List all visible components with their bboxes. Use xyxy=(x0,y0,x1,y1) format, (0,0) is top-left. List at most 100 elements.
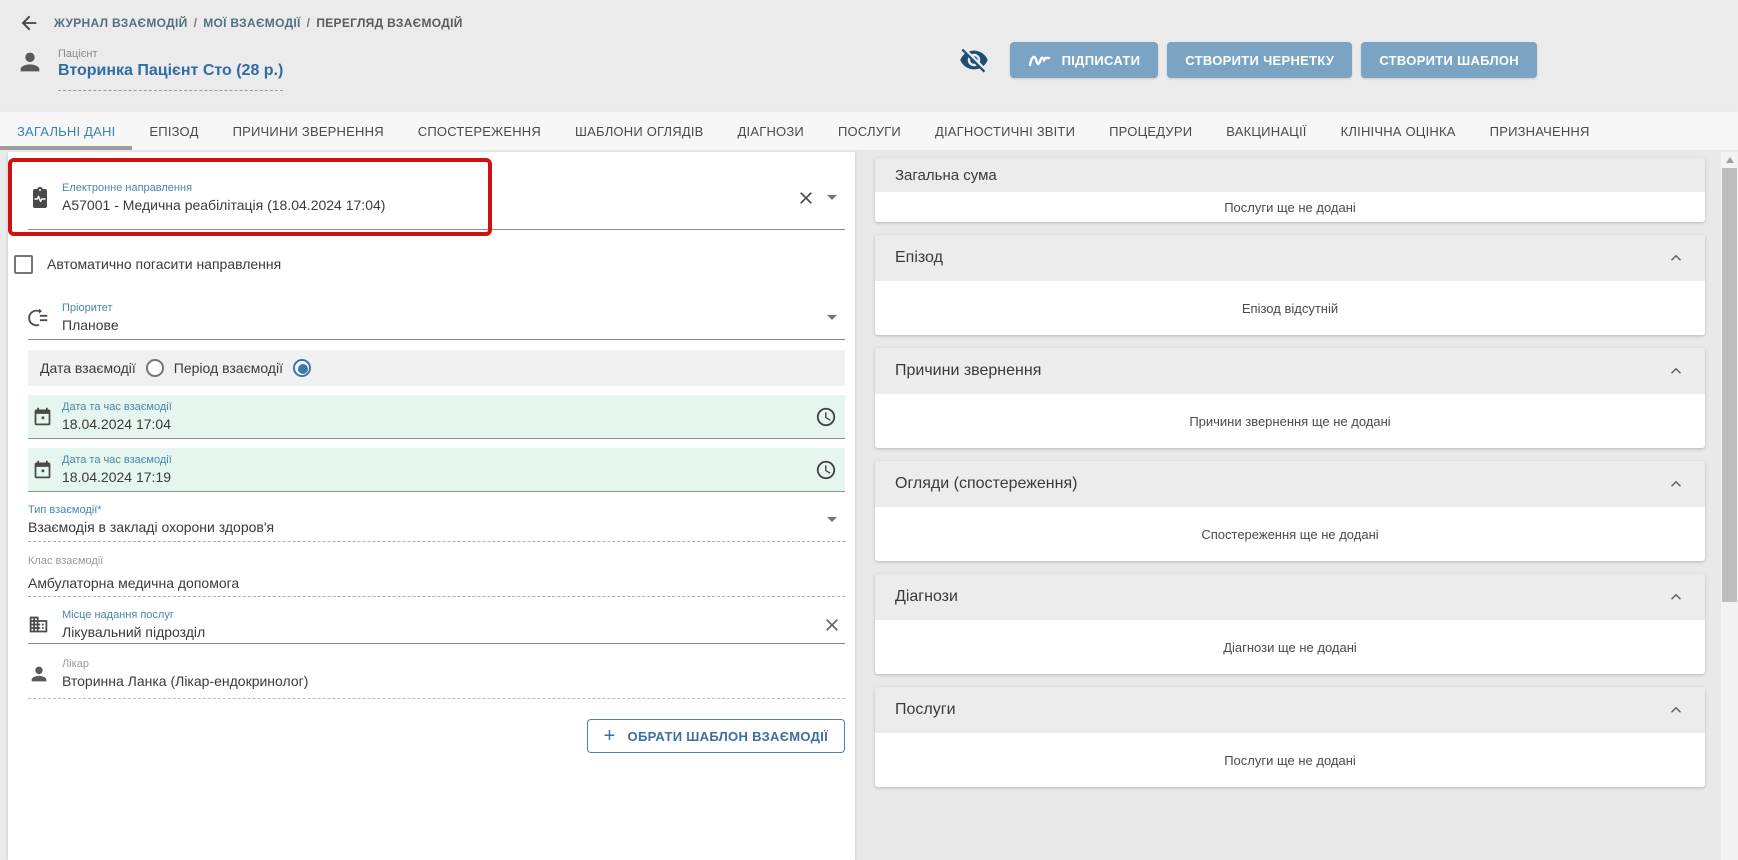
date-mode-toggle: Дата взаємодії Період взаємодії xyxy=(28,350,845,386)
plus-icon: + xyxy=(604,726,616,746)
tab-diagnoses[interactable]: ДІАГНОЗИ xyxy=(721,112,821,150)
tab-clinical-assessment[interactable]: КЛІНІЧНА ОЦІНКА xyxy=(1324,112,1473,150)
breadcrumb: ЖУРНАЛ ВЗАЄМОДІЙ / МОЇ ВЗАЄМОДІЇ / ПЕРЕГ… xyxy=(54,16,463,30)
datetime-end-value: 18.04.2024 17:19 xyxy=(62,468,811,486)
back-button[interactable] xyxy=(16,10,42,36)
total-sum-card: Загальна сума Послуги ще не додані xyxy=(875,158,1705,222)
episode-title: Епізод xyxy=(895,249,943,267)
priority-field[interactable]: Пріоритет Планове xyxy=(28,296,845,340)
calendar-icon xyxy=(28,459,62,480)
chevron-down-icon[interactable] xyxy=(827,315,837,320)
datetime-end-field[interactable]: Дата та час взаємодії 18.04.2024 17:19 xyxy=(28,448,845,492)
sign-button[interactable]: ПІДПИСАТИ xyxy=(1010,42,1159,78)
scrollbar-thumb[interactable] xyxy=(1722,168,1737,602)
referral-field[interactable]: Електронне направлення А57001 - Медична … xyxy=(28,166,845,230)
chevron-up-icon xyxy=(1667,701,1685,719)
interaction-form-card: Електронне направлення А57001 - Медична … xyxy=(8,152,855,860)
clear-service-place-icon[interactable] xyxy=(819,615,845,635)
doctor-field: Лікар Вторинна Ланка (Лікар-ендокринолог… xyxy=(28,657,845,699)
building-icon xyxy=(28,614,62,635)
clear-referral-icon[interactable] xyxy=(793,188,819,208)
visit-reasons-card: Причини звернення Причини звернення ще н… xyxy=(875,348,1705,448)
interaction-class-field: Клас взаємодії Амбулаторна медична допом… xyxy=(28,549,845,597)
tab-diagnostic-reports[interactable]: ДІАГНОСТИЧНІ ЗВІТИ xyxy=(918,112,1092,150)
observations-card: Огляди (спостереження) Спостереження ще … xyxy=(875,461,1705,561)
datetime-start-label: Дата та час взаємодії xyxy=(62,400,811,414)
radio-interaction-date-label: Дата взаємодії xyxy=(40,360,136,376)
collapse-services-button[interactable] xyxy=(1667,701,1685,719)
radio-icon[interactable] xyxy=(146,359,164,377)
clock-icon[interactable] xyxy=(811,459,841,481)
visit-reasons-empty-text: Причини звернення ще не додані xyxy=(875,394,1705,448)
breadcrumb-separator: / xyxy=(194,16,198,30)
diagnoses-card: Діагнози Діагнози ще не додані xyxy=(875,574,1705,674)
auto-expire-label: Автоматично погасити направлення xyxy=(47,256,281,272)
tab-episode[interactable]: ЕПІЗОД xyxy=(132,112,215,150)
checkbox-icon[interactable] xyxy=(14,255,33,274)
chevron-down-icon[interactable] xyxy=(827,195,837,200)
radio-interaction-period[interactable]: Період взаємодії xyxy=(174,359,311,377)
tab-observations[interactable]: СПОСТЕРЕЖЕННЯ xyxy=(401,112,558,150)
doctor-icon xyxy=(28,663,62,685)
choose-template-button[interactable]: + ОБРАТИ ШАБЛОН ВЗАЄМОДІЇ xyxy=(587,719,845,753)
patient-label: Пацієнт xyxy=(58,48,283,60)
patient-block: Пацієнт Вторинка Пацієнт Сто (28 р.) xyxy=(58,48,283,91)
observations-empty-text: Спостереження ще не додані xyxy=(875,507,1705,561)
priority-value: Планове xyxy=(62,316,819,334)
vertical-scrollbar[interactable] xyxy=(1721,152,1738,860)
datetime-start-field[interactable]: Дата та час взаємодії 18.04.2024 17:04 xyxy=(28,395,845,439)
breadcrumb-link-my-interactions[interactable]: МОЇ ВЗАЄМОДІЇ xyxy=(203,16,300,30)
radio-interaction-date[interactable]: Дата взаємодії xyxy=(40,359,164,377)
eye-off-icon[interactable] xyxy=(959,45,989,75)
service-place-value: Лікувальний підрозділ xyxy=(62,623,819,641)
top-header: ЖУРНАЛ ВЗАЄМОДІЙ / МОЇ ВЗАЄМОДІЇ / ПЕРЕГ… xyxy=(0,0,1738,112)
breadcrumb-separator: / xyxy=(307,16,311,30)
diagnoses-empty-text: Діагнози ще не додані xyxy=(875,620,1705,674)
services-card: Послуги Послуги ще не додані xyxy=(875,687,1705,787)
auto-expire-checkbox-row[interactable]: Автоматично погасити направлення xyxy=(8,252,855,276)
tab-prescriptions[interactable]: ПРИЗНАЧЕННЯ xyxy=(1473,112,1607,150)
interaction-type-value: Взаємодія в закладі охорони здоров'я xyxy=(28,518,819,536)
clipboard-pulse-icon xyxy=(28,186,62,210)
summary-panel: Загальна сума Послуги ще не додані Епізо… xyxy=(875,158,1705,787)
collapse-observations-button[interactable] xyxy=(1667,475,1685,493)
patient-name-link[interactable]: Вторинка Пацієнт Сто (28 р.) xyxy=(58,62,283,80)
sign-button-label: ПІДПИСАТИ xyxy=(1062,53,1141,68)
chevron-down-icon[interactable] xyxy=(827,517,837,522)
priority-icon xyxy=(28,307,62,329)
clock-icon[interactable] xyxy=(811,406,841,428)
episode-card: Епізод Епізод відсутній xyxy=(875,235,1705,335)
tab-services[interactable]: ПОСЛУГИ xyxy=(821,112,918,150)
collapse-diagnoses-button[interactable] xyxy=(1667,588,1685,606)
radio-selected-icon[interactable] xyxy=(293,359,311,377)
tab-general-data[interactable]: ЗАГАЛЬНІ ДАНІ xyxy=(0,112,132,150)
doctor-label: Лікар xyxy=(62,657,845,671)
tab-vaccinations[interactable]: ВАКЦИНАЦІЇ xyxy=(1209,112,1323,150)
tab-procedures[interactable]: ПРОЦЕДУРИ xyxy=(1092,112,1209,150)
service-place-field[interactable]: Місце надання послуг Лікувальний підрозд… xyxy=(28,606,845,644)
chevron-up-icon xyxy=(1667,362,1685,380)
create-template-button[interactable]: СТВОРИТИ ШАБЛОН xyxy=(1361,42,1537,78)
interaction-class-label: Клас взаємодії xyxy=(28,554,845,568)
diagnoses-title: Діагнози xyxy=(895,588,958,606)
datetime-end-label: Дата та час взаємодії xyxy=(62,453,811,467)
header-actions: ПІДПИСАТИ СТВОРИТИ ЧЕРНЕТКУ СТВОРИТИ ШАБ… xyxy=(959,42,1537,78)
tab-bar: ЗАГАЛЬНІ ДАНІ ЕПІЗОД ПРИЧИНИ ЗВЕРНЕННЯ С… xyxy=(0,112,1738,150)
referral-value: А57001 - Медична реабілітація (18.04.202… xyxy=(62,196,793,214)
breadcrumb-link-journal[interactable]: ЖУРНАЛ ВЗАЄМОДІЙ xyxy=(54,16,188,30)
collapse-episode-button[interactable] xyxy=(1667,249,1685,267)
tab-visit-reasons[interactable]: ПРИЧИНИ ЗВЕРНЕННЯ xyxy=(216,112,401,150)
radio-interaction-period-label: Період взаємодії xyxy=(174,360,283,376)
tab-exam-templates[interactable]: ШАБЛОНИ ОГЛЯДІВ xyxy=(558,112,721,150)
create-draft-button[interactable]: СТВОРИТИ ЧЕРНЕТКУ xyxy=(1167,42,1352,78)
signature-icon xyxy=(1028,52,1052,68)
total-sum-title: Загальна сума xyxy=(895,167,997,184)
doctor-value: Вторинна Ланка (Лікар-ендокринолог) xyxy=(62,672,845,690)
interaction-class-value: Амбулаторна медична допомога xyxy=(28,574,845,592)
chevron-up-icon xyxy=(1667,249,1685,267)
choose-template-label: ОБРАТИ ШАБЛОН ВЗАЄМОДІЇ xyxy=(628,729,828,744)
scrollbar-up-arrow-icon[interactable] xyxy=(1721,152,1738,167)
collapse-visit-reasons-button[interactable] xyxy=(1667,362,1685,380)
interaction-type-field[interactable]: Тип взаємодії* Взаємодія в закладі охоро… xyxy=(28,498,845,542)
priority-label: Пріоритет xyxy=(62,301,819,315)
